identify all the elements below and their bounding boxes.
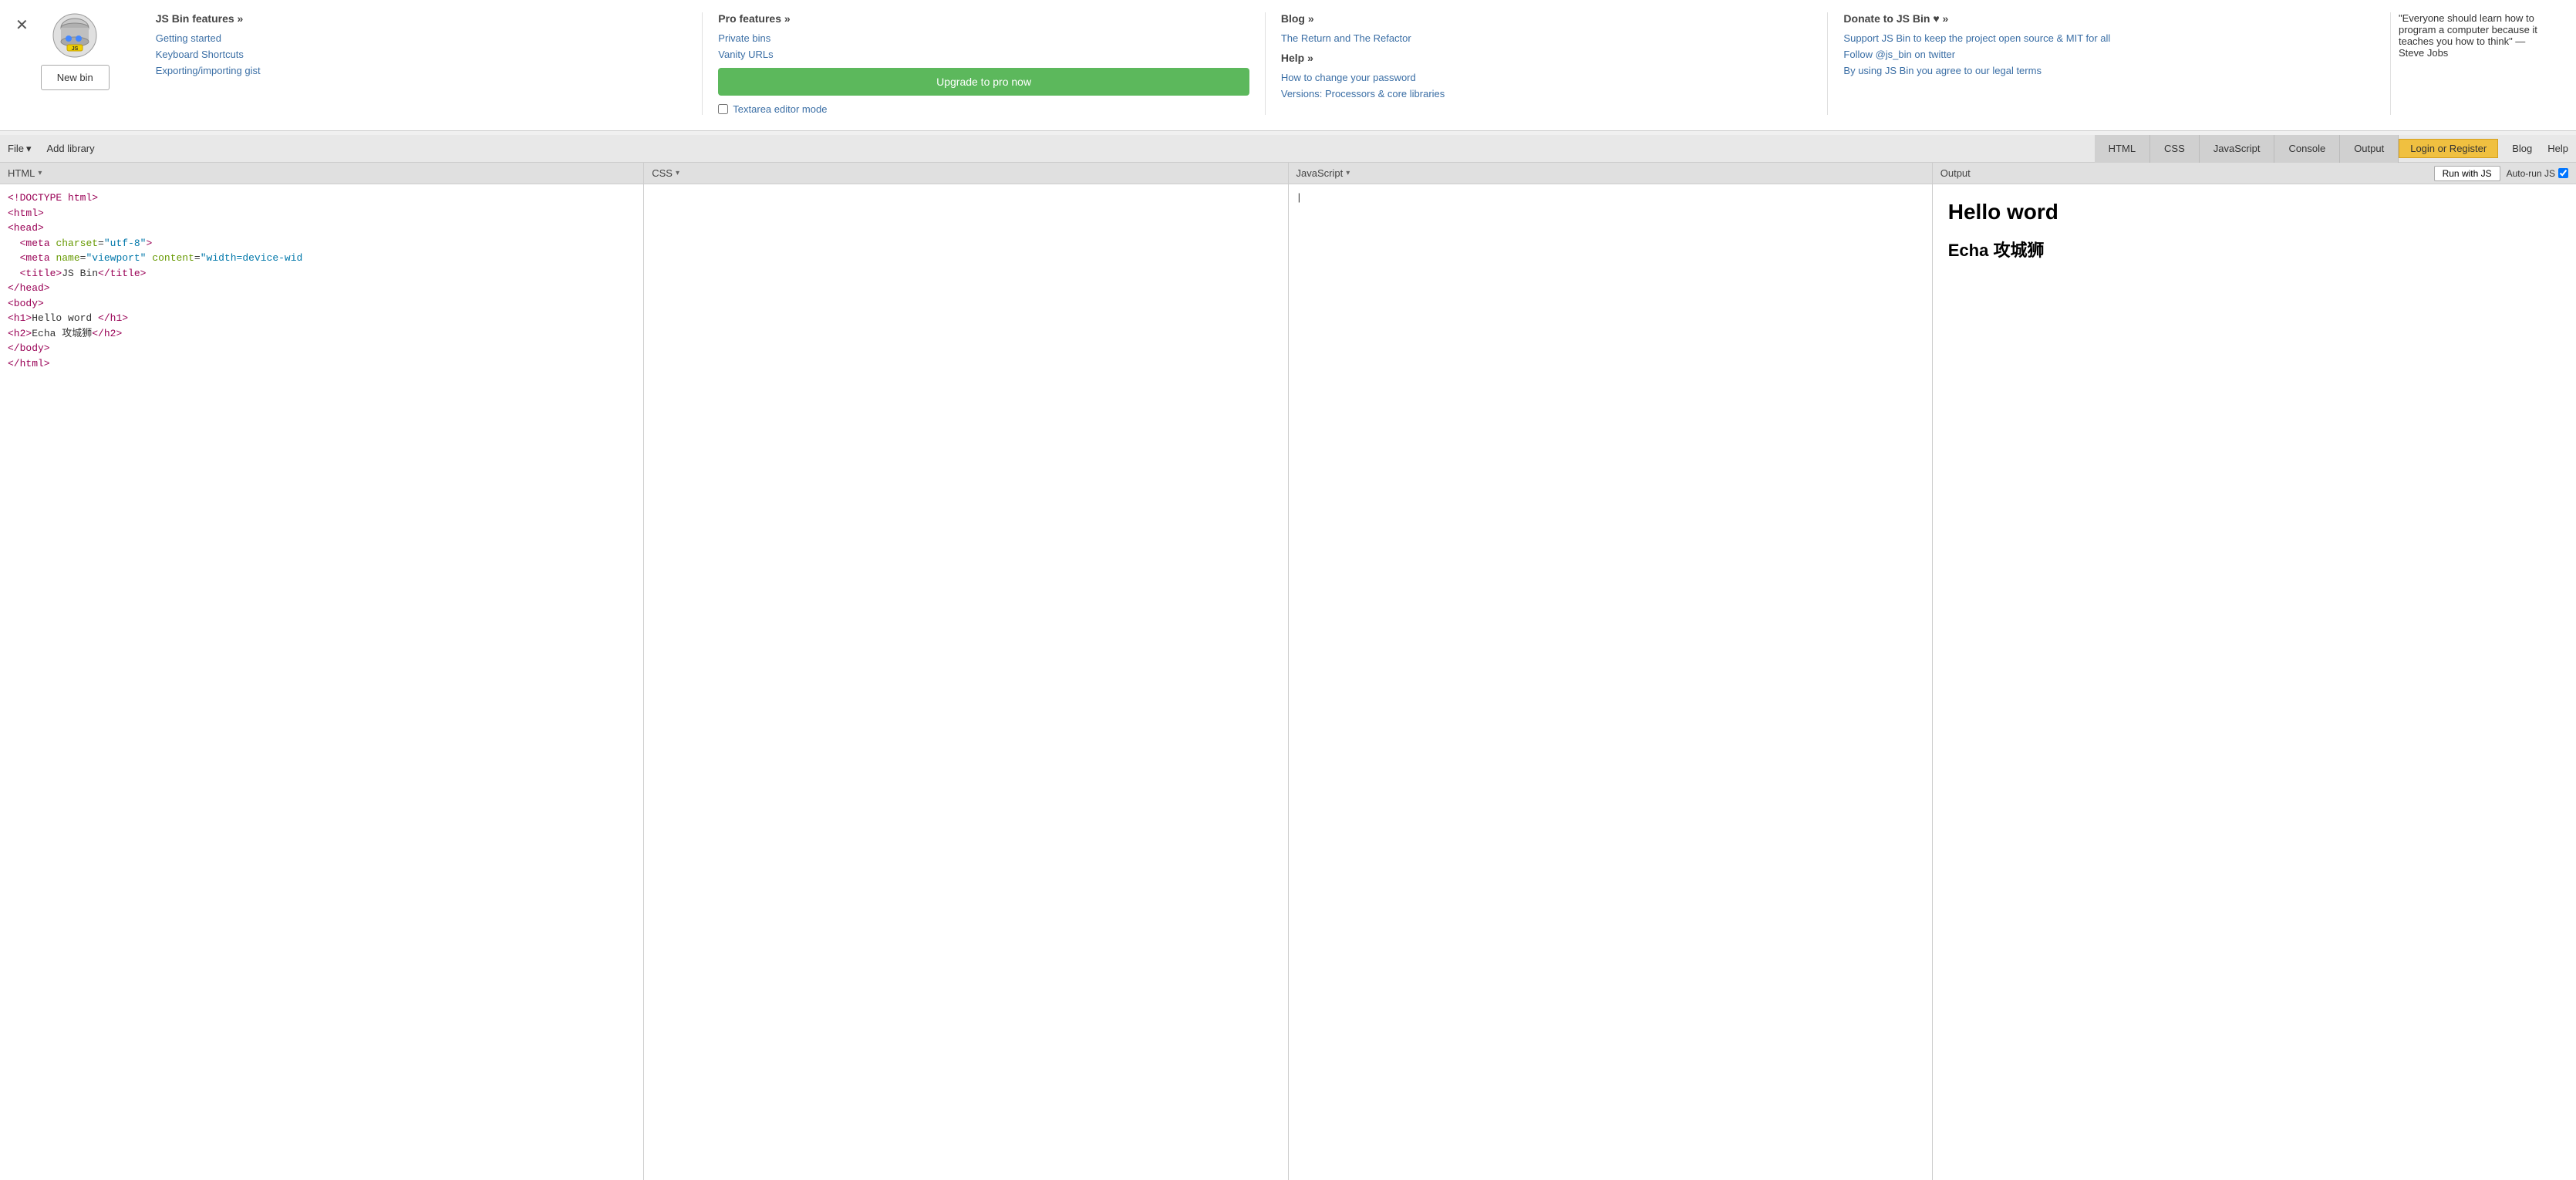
logo-area: JS New bin — [41, 12, 110, 90]
code-line: <h1>Hello word </h1> — [8, 311, 636, 326]
keyboard-shortcuts-link[interactable]: Keyboard Shortcuts — [156, 49, 687, 60]
textarea-mode-checkbox[interactable] — [718, 104, 728, 114]
output-controls: Run with JS Auto-run JS — [2434, 166, 2568, 181]
css-panel: CSS ▾ — [644, 163, 1288, 1180]
run-js-button[interactable]: Run with JS — [2434, 166, 2500, 181]
file-label: File — [8, 143, 24, 154]
toolbar-tabs: HTML CSS JavaScript Console Output — [2095, 135, 2399, 163]
html-panel-arrow[interactable]: ▾ — [38, 169, 42, 177]
jsbin-logo: JS — [52, 12, 98, 59]
textarea-mode-row: Textarea editor mode — [718, 103, 1249, 115]
html-panel-header: HTML ▾ — [0, 163, 643, 184]
code-line: <html> — [8, 206, 636, 221]
output-panel: Output Run with JS Auto-run JS Hello wor… — [1933, 163, 2576, 1180]
versions-link[interactable]: Versions: Processors & core libraries — [1281, 88, 1812, 99]
help-title: Help » — [1281, 52, 1812, 64]
vanity-urls-link[interactable]: Vanity URLs — [718, 49, 1249, 60]
upgrade-button[interactable]: Upgrade to pro now — [718, 68, 1249, 96]
jsbin-features-column: JS Bin features » Getting started Keyboa… — [140, 12, 703, 115]
code-line: <h2>Echa 攻城狮</h2> — [8, 326, 636, 342]
javascript-panel-header: JavaScript ▾ — [1289, 163, 1932, 184]
tab-console[interactable]: Console — [2274, 135, 2340, 163]
dropdown-columns: JS Bin features » Getting started Keyboa… — [140, 12, 2561, 115]
css-editor[interactable] — [644, 184, 1287, 1180]
output-h2: Echa 攻城狮 — [1948, 237, 2561, 261]
blog-link[interactable]: Blog — [2504, 135, 2540, 163]
pro-features-title: Pro features » — [718, 12, 1249, 25]
code-line: <meta name="viewport" content="width=dev… — [8, 251, 636, 266]
javascript-panel-arrow[interactable]: ▾ — [1346, 169, 1350, 177]
tab-javascript[interactable]: JavaScript — [2200, 135, 2275, 163]
css-panel-header: CSS ▾ — [644, 163, 1287, 184]
new-bin-button[interactable]: New bin — [41, 65, 110, 90]
tab-css[interactable]: CSS — [2150, 135, 2200, 163]
legal-link[interactable]: By using JS Bin you agree to our legal t… — [1843, 65, 2375, 76]
svg-text:JS: JS — [72, 46, 79, 52]
tab-output[interactable]: Output — [2340, 135, 2399, 163]
quote-box: "Everyone should learn how to program a … — [2391, 12, 2561, 115]
javascript-editor[interactable] — [1289, 184, 1932, 1180]
html-panel-label: HTML — [8, 167, 35, 179]
jsbin-features-title: JS Bin features » — [156, 12, 687, 25]
output-panel-label: Output — [1940, 167, 1971, 179]
donate-title: Donate to JS Bin ♥ » — [1843, 12, 2375, 25]
code-line: <meta charset="utf-8"> — [8, 236, 636, 251]
dropdown-menu: ✕ JS New bin JS Bin features » Getting s… — [0, 0, 2576, 131]
code-line: <body> — [8, 296, 636, 312]
return-refactor-link[interactable]: The Return and The Refactor — [1281, 32, 1812, 44]
javascript-panel-label: JavaScript — [1296, 167, 1344, 179]
code-line: </head> — [8, 281, 636, 296]
javascript-panel: JavaScript ▾ — [1289, 163, 1933, 1180]
tab-html[interactable]: HTML — [2095, 135, 2150, 163]
file-button[interactable]: File ▾ — [0, 135, 39, 163]
code-line: <title>JS Bin</title> — [8, 266, 636, 282]
getting-started-link[interactable]: Getting started — [156, 32, 687, 44]
auto-run-text: Auto-run JS — [2507, 168, 2555, 179]
pro-features-column: Pro features » Private bins Vanity URLs … — [703, 12, 1266, 115]
output-panel-header: Output Run with JS Auto-run JS — [1933, 163, 2576, 184]
close-icon[interactable]: ✕ — [15, 15, 29, 35]
css-panel-label: CSS — [652, 167, 673, 179]
code-line: <!DOCTYPE html> — [8, 190, 636, 206]
toolbar-right: Login or Register Blog Help — [2399, 135, 2576, 163]
output-content: Hello word Echa 攻城狮 — [1933, 184, 2576, 1180]
cursor-line — [1296, 190, 1924, 206]
textarea-mode-label: Textarea editor mode — [733, 103, 827, 115]
help-link[interactable]: Help — [2540, 135, 2576, 163]
auto-run-label: Auto-run JS — [2507, 168, 2568, 179]
css-panel-arrow[interactable]: ▾ — [676, 169, 679, 177]
file-dropdown-arrow: ▾ — [26, 143, 32, 155]
code-line: </body> — [8, 341, 636, 356]
code-line: <head> — [8, 221, 636, 236]
html-panel: HTML ▾ <!DOCTYPE html> <html> <head> <me… — [0, 163, 644, 1180]
twitter-link[interactable]: Follow @js_bin on twitter — [1843, 49, 2375, 60]
donate-column: Donate to JS Bin ♥ » Support JS Bin to k… — [1828, 12, 2391, 115]
support-link[interactable]: Support JS Bin to keep the project open … — [1843, 32, 2375, 44]
change-password-link[interactable]: How to change your password — [1281, 72, 1812, 83]
main-toolbar: File ▾ Add library HTML CSS JavaScript C… — [0, 135, 2576, 163]
editor-area: HTML ▾ <!DOCTYPE html> <html> <head> <me… — [0, 163, 2576, 1180]
login-register-button[interactable]: Login or Register — [2399, 139, 2498, 158]
blog-column: Blog » The Return and The Refactor Help … — [1266, 12, 1829, 115]
private-bins-link[interactable]: Private bins — [718, 32, 1249, 44]
add-library-button[interactable]: Add library — [39, 135, 102, 163]
code-line: </html> — [8, 356, 636, 372]
auto-run-checkbox[interactable] — [2558, 168, 2568, 178]
exporting-gist-link[interactable]: Exporting/importing gist — [156, 65, 687, 76]
html-editor[interactable]: <!DOCTYPE html> <html> <head> <meta char… — [0, 184, 643, 1180]
blog-title: Blog » — [1281, 12, 1812, 25]
output-h1: Hello word — [1948, 200, 2561, 224]
